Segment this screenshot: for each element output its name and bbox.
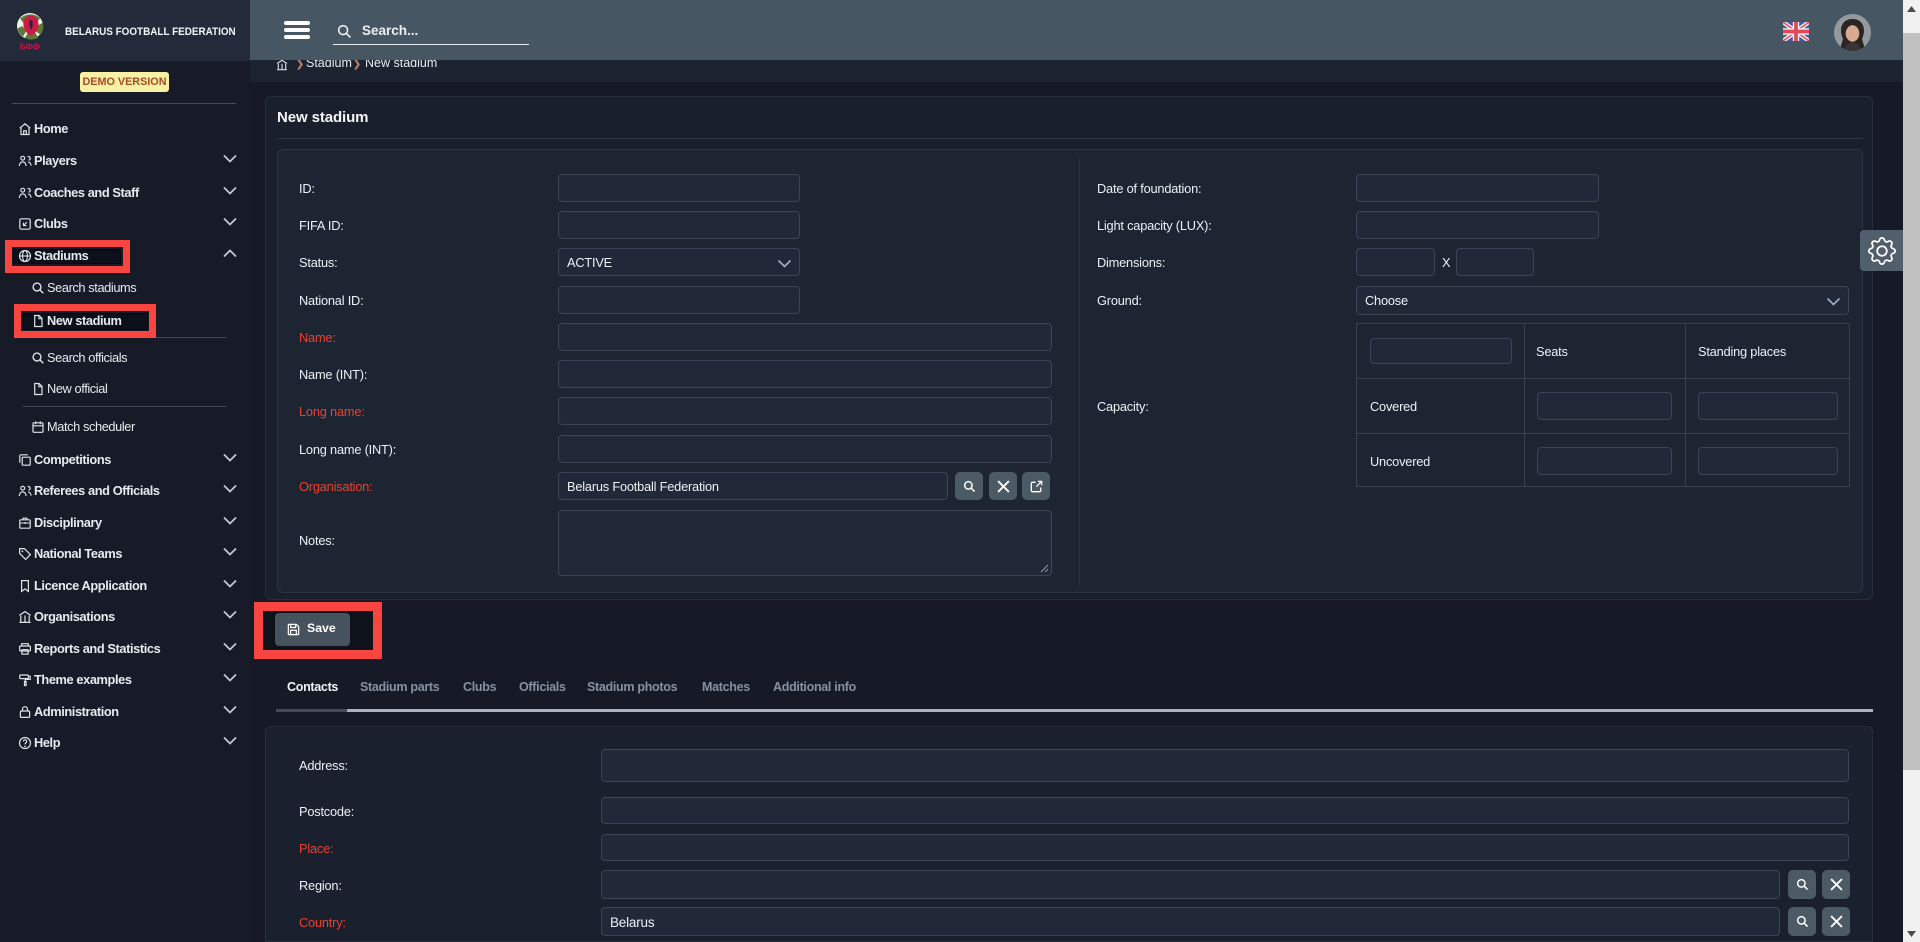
svg-text:БФФ: БФФ: [20, 42, 40, 52]
